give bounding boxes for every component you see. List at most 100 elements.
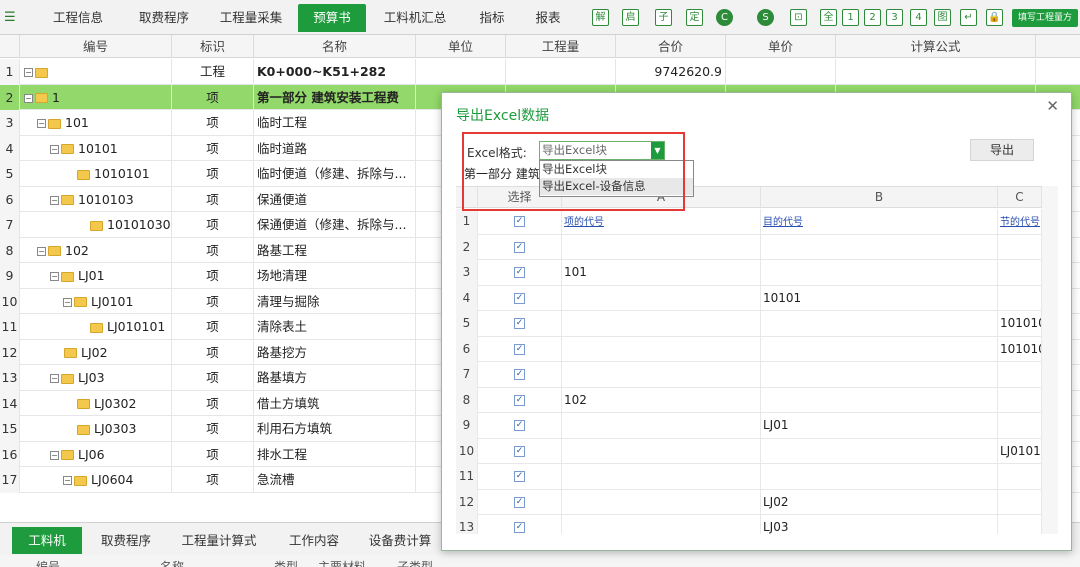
code-cell[interactable]: − 102	[20, 237, 172, 263]
sheet-row[interactable]: 8 ✓ 102	[456, 387, 1042, 413]
collapse-toggle-icon[interactable]: −	[63, 297, 72, 307]
sheet-row[interactable]: 10 ✓ LJ0101	[456, 438, 1042, 464]
format-option-equipment[interactable]: 导出Excel-设备信息	[540, 178, 693, 195]
tab-3[interactable]: 预算书	[298, 4, 366, 32]
header-code[interactable]: 编号	[20, 35, 172, 58]
formula-cell[interactable]	[836, 59, 1036, 85]
toolbar-icon-1[interactable]: 启	[622, 9, 639, 26]
checkbox[interactable]: ✓	[514, 496, 525, 508]
sheet-cell-b[interactable]	[761, 438, 998, 464]
checkbox[interactable]: ✓	[514, 267, 525, 278]
toolbar-icon-9[interactable]: 2	[864, 9, 881, 26]
sheet-cell-c-text[interactable]: 节的代号	[1000, 217, 1040, 228]
sheet-cell-b[interactable]: LJ02	[761, 489, 998, 515]
format-option-block[interactable]: 导出Excel块	[540, 161, 693, 178]
name-cell[interactable]: 路基挖方	[254, 339, 416, 365]
mark-cell[interactable]: 项	[172, 84, 254, 110]
collapse-toggle-icon[interactable]: −	[37, 246, 46, 256]
toolbar-icon-12[interactable]: 图	[934, 9, 951, 26]
sheet-cell-b[interactable]	[761, 387, 998, 413]
sheet-cell-c[interactable]	[998, 413, 1042, 439]
name-cell[interactable]: 借土方填筑	[254, 390, 416, 416]
toolbar-icon-3[interactable]: 定	[686, 9, 703, 26]
name-cell[interactable]: 保通便道（修建、拆除与...	[254, 212, 416, 238]
mark-cell[interactable]: 项	[172, 441, 254, 467]
format-select[interactable]: 导出Excel块 ▼	[539, 141, 665, 160]
toolbar-icon-13[interactable]: ↵	[960, 9, 977, 26]
name-cell[interactable]: 排水工程	[254, 441, 416, 467]
name-cell[interactable]: 清除表土	[254, 314, 416, 340]
tab-4[interactable]: 工料机汇总	[372, 4, 458, 32]
select-cell[interactable]: ✓	[478, 336, 562, 362]
sheet-cell-c[interactable]	[998, 515, 1042, 534]
mark-cell[interactable]: 工程	[172, 59, 254, 85]
collapse-toggle-icon[interactable]: −	[24, 68, 33, 77]
checkbox[interactable]: ✓	[514, 318, 525, 329]
sheet-cell-a[interactable]	[562, 285, 761, 311]
sheet-cell-a[interactable]	[562, 438, 761, 464]
tab-0[interactable]: 工程信息	[36, 4, 120, 32]
name-cell[interactable]: 第一部分 建筑安装工程费	[254, 84, 416, 110]
checkbox[interactable]: ✓	[514, 445, 525, 457]
bottom-tab-1[interactable]: 取费程序	[88, 527, 164, 554]
sheet-cell-b[interactable]: LJ01	[761, 413, 998, 439]
name-cell[interactable]: 临时道路	[254, 135, 416, 161]
sheet-cell-c[interactable]	[998, 464, 1042, 490]
bottom-tab-4[interactable]: 设备费计算	[360, 527, 440, 554]
code-cell[interactable]: LJ0303	[20, 416, 172, 442]
checkbox[interactable]: ✓	[514, 471, 525, 482]
toolbar-icon-7[interactable]: 全	[820, 9, 837, 26]
sheet-cell-c[interactable]	[998, 362, 1042, 388]
code-cell[interactable]: −1	[20, 84, 172, 110]
select-cell[interactable]: ✓	[478, 362, 562, 388]
toolbar-icon-10[interactable]: 3	[886, 9, 903, 26]
name-cell[interactable]: 临时工程	[254, 110, 416, 136]
code-cell[interactable]: − 10101	[20, 135, 172, 161]
sheet-cell-c[interactable]: 节的代号	[998, 209, 1042, 235]
name-cell[interactable]: 路基工程	[254, 237, 416, 263]
mark-cell[interactable]: 项	[172, 390, 254, 416]
collapse-toggle-icon[interactable]: −	[24, 93, 33, 103]
toolbar-icon-4[interactable]: C	[716, 9, 733, 26]
select-cell[interactable]: ✓	[478, 515, 562, 534]
sheet-row[interactable]: 1 ✓ 项的代号 目的代号 节的代号	[456, 209, 1042, 235]
sheet-cell-c[interactable]	[998, 285, 1042, 311]
select-cell[interactable]: ✓	[478, 387, 562, 413]
toolbar-icon-5[interactable]: S	[757, 9, 774, 26]
header-mark[interactable]: 标识	[172, 35, 254, 58]
sheet-cell-a[interactable]: 102	[562, 387, 761, 413]
toolbar-icon-11[interactable]: 4	[910, 9, 927, 26]
code-cell[interactable]: LJ0302	[20, 390, 172, 416]
name-cell[interactable]: 临时便道（修建、拆除与...	[254, 161, 416, 187]
mark-cell[interactable]: 项	[172, 416, 254, 442]
sheet-cell-a[interactable]	[562, 234, 761, 260]
bottom-tab-3[interactable]: 工作内容	[276, 527, 352, 554]
collapse-toggle-icon[interactable]: −	[50, 144, 59, 154]
code-cell[interactable]: −	[20, 59, 172, 85]
mark-cell[interactable]: 项	[172, 288, 254, 314]
sheet-cell-b[interactable]: 目的代号	[761, 209, 998, 235]
export-button[interactable]: 导出	[970, 139, 1034, 161]
sheet-cell-c[interactable]	[998, 489, 1042, 515]
table-row[interactable]: 1− 工程 K0+000~K51+282 9742620.9	[0, 59, 1080, 85]
checkbox[interactable]: ✓	[514, 343, 525, 355]
select-cell[interactable]: ✓	[478, 209, 562, 235]
bottom-tab-0[interactable]: 工料机	[12, 527, 82, 554]
checkbox[interactable]: ✓	[514, 420, 525, 431]
code-cell[interactable]: LJ02	[20, 339, 172, 365]
code-cell[interactable]: 1010101	[20, 161, 172, 187]
mark-cell[interactable]: 项	[172, 212, 254, 238]
sheet-row[interactable]: 11 ✓	[456, 464, 1042, 490]
checkbox[interactable]: ✓	[514, 369, 525, 380]
mark-cell[interactable]: 项	[172, 161, 254, 187]
collapse-toggle-icon[interactable]: −	[63, 476, 72, 485]
select-cell[interactable]: ✓	[478, 489, 562, 515]
collapse-toggle-icon[interactable]: −	[50, 374, 59, 383]
name-cell[interactable]: 利用石方填筑	[254, 416, 416, 442]
mark-cell[interactable]: 项	[172, 314, 254, 340]
code-cell[interactable]: − LJ01	[20, 263, 172, 289]
mark-cell[interactable]: 项	[172, 110, 254, 136]
sheet-row[interactable]: 6 ✓ 101010	[456, 336, 1042, 362]
sheet-cell-a[interactable]	[562, 336, 761, 362]
sheet-cell-b[interactable]	[761, 260, 998, 286]
